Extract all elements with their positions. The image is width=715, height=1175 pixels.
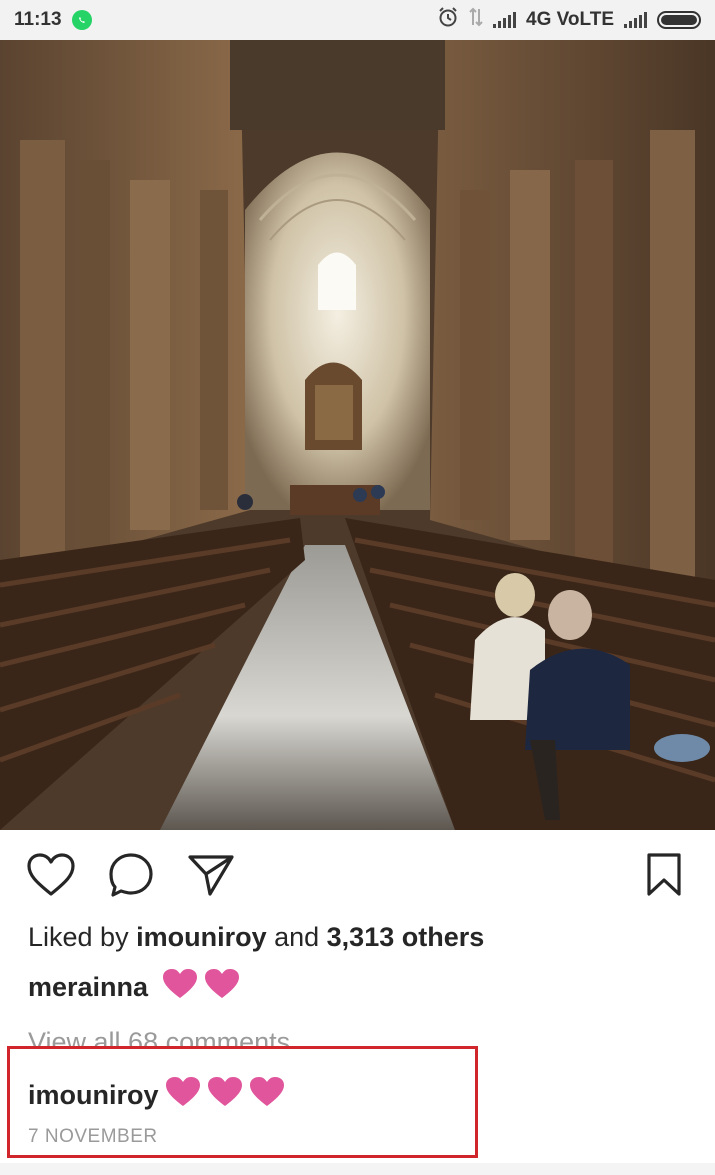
likes-and: and: [266, 922, 327, 952]
post-caption: merainna: [28, 968, 240, 1007]
network-label: 4G VoLTE: [526, 9, 614, 30]
data-transfer-icon: [469, 7, 483, 33]
bottom-edge: [0, 1163, 715, 1175]
pink-heart-emoji-icon: [204, 968, 240, 1007]
whatsapp-notification-icon: [71, 10, 92, 30]
status-time: 11:13: [14, 9, 62, 30]
likes-others-count[interactable]: 3,313 others: [327, 922, 485, 952]
pink-heart-emoji-icon: [162, 968, 198, 1007]
caption-hearts: [162, 968, 240, 1007]
paper-plane-icon: [186, 852, 236, 903]
battery-icon: [657, 11, 701, 29]
caption-username[interactable]: merainna: [28, 972, 148, 1003]
liked-by-username[interactable]: imouniroy: [136, 922, 267, 952]
share-button[interactable]: [184, 850, 238, 904]
view-all-comments-link[interactable]: View all 68 comments: [28, 1022, 290, 1048]
like-button[interactable]: [24, 850, 78, 904]
highlight-annotation-box: [7, 1046, 478, 1158]
heart-outline-icon: [26, 852, 76, 903]
signal-strength-icon: [493, 12, 517, 28]
save-button[interactable]: [637, 850, 691, 904]
bookmark-icon: [645, 852, 683, 903]
comment-bubble-icon: [107, 851, 155, 904]
post-photo[interactable]: [0, 40, 715, 830]
likes-prefix: Liked by: [28, 922, 137, 952]
status-right-cluster: 4G VoLTE: [437, 6, 701, 34]
alarm-icon: [437, 6, 459, 34]
signal-strength-2-icon: [624, 12, 647, 28]
status-bar: 11:13 4G VoLTE: [0, 0, 715, 40]
post-action-bar: [0, 850, 715, 904]
likes-summary[interactable]: Liked by imouniroy and 3,313 others: [28, 922, 484, 953]
comment-button[interactable]: [104, 850, 158, 904]
